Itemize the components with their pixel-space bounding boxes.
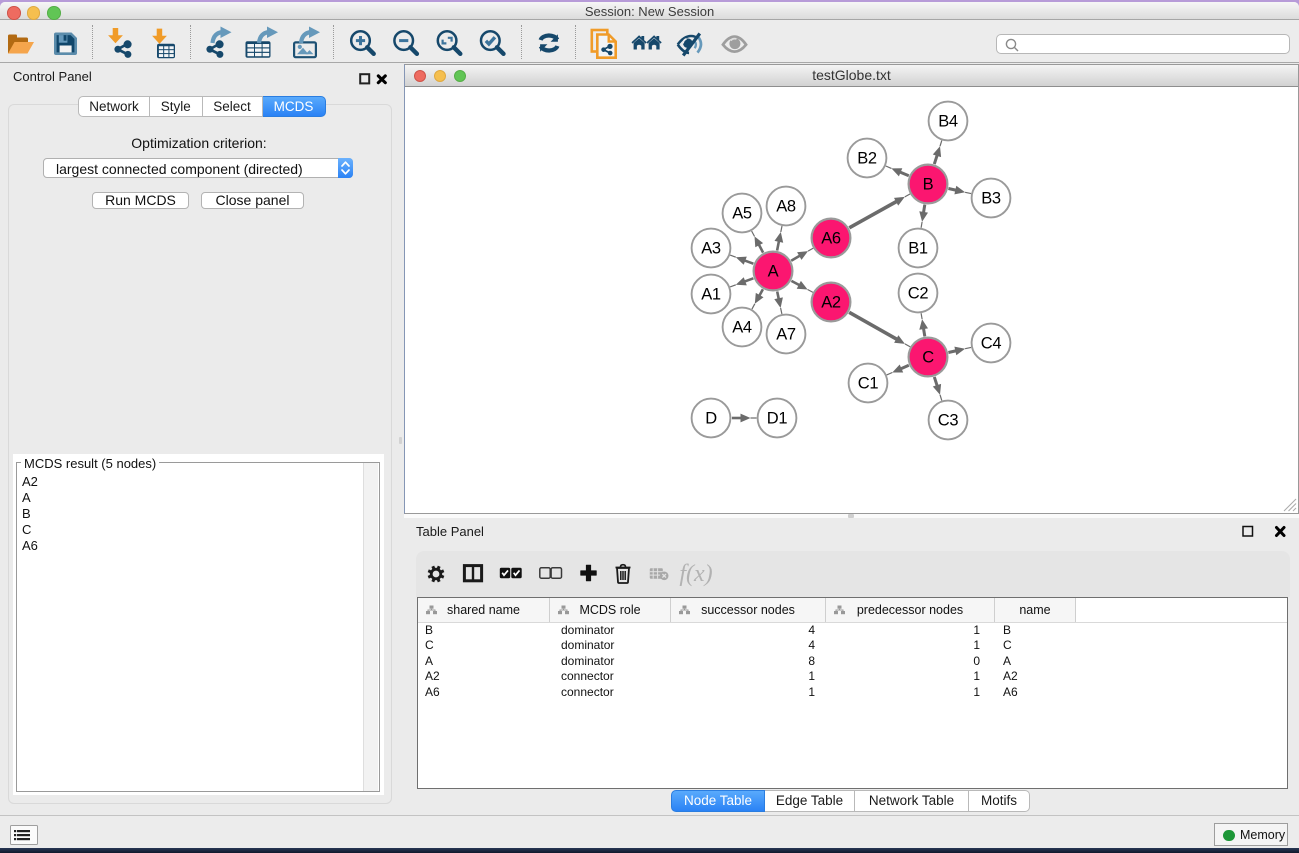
svg-text:A4: A4 xyxy=(732,319,752,337)
svg-text:C2: C2 xyxy=(908,285,929,303)
svg-text:B2: B2 xyxy=(857,150,877,168)
svg-text:B: B xyxy=(923,176,934,194)
svg-text:A8: A8 xyxy=(776,198,796,216)
svg-text:D: D xyxy=(705,410,717,428)
svg-text:A6: A6 xyxy=(821,230,841,248)
svg-text:B4: B4 xyxy=(938,113,958,131)
svg-text:A3: A3 xyxy=(701,240,721,258)
svg-text:A: A xyxy=(768,263,779,281)
svg-text:f(x): f(x) xyxy=(679,561,712,587)
svg-text:A7: A7 xyxy=(776,326,796,344)
svg-text:B3: B3 xyxy=(981,190,1001,208)
svg-text:A2: A2 xyxy=(821,294,841,312)
svg-text:C4: C4 xyxy=(981,335,1002,353)
svg-text:C: C xyxy=(922,349,934,367)
svg-text:A5: A5 xyxy=(732,205,752,223)
svg-text:A1: A1 xyxy=(701,286,721,304)
svg-text:C1: C1 xyxy=(858,375,879,393)
svg-text:D1: D1 xyxy=(767,410,788,428)
svg-text:C3: C3 xyxy=(938,412,959,430)
svg-text:B1: B1 xyxy=(908,240,928,258)
